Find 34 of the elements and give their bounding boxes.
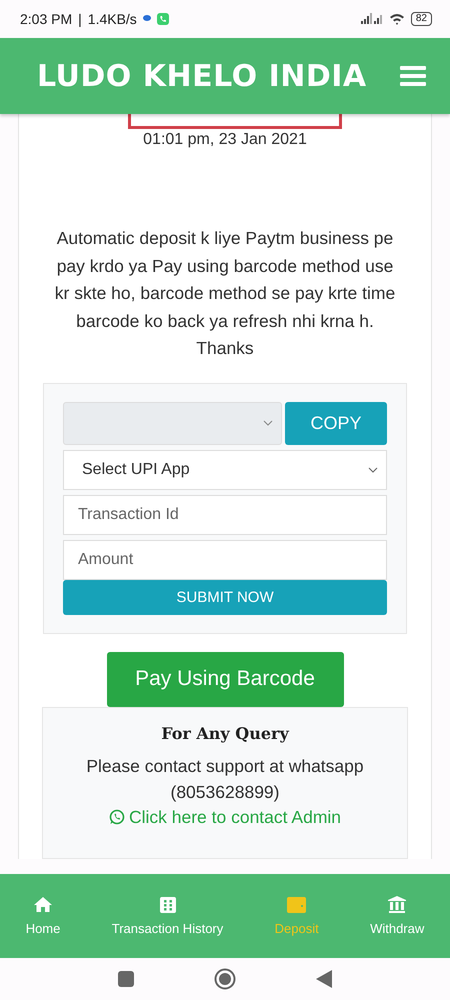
bank-icon [388, 896, 406, 914]
chevron-down-icon [263, 420, 273, 426]
nav-tab[interactable]: Withdraw [370, 896, 424, 936]
nav-tab[interactable]: Deposit [274, 896, 319, 936]
copy-button[interactable]: COPY [285, 402, 387, 445]
wifi-icon [388, 12, 405, 25]
chevron-down-icon [368, 466, 378, 473]
battery-indicator: 82 [410, 12, 432, 26]
home-icon [33, 896, 54, 914]
network-speed: 1.4KB/s [88, 10, 137, 27]
whatsapp-icon [108, 809, 125, 826]
transaction-id-field[interactable]: Transaction Id [63, 494, 387, 535]
status-separator: | [78, 10, 82, 27]
message-icon [142, 15, 151, 22]
recents-icon[interactable] [118, 971, 134, 988]
amount-field[interactable]: Amount [63, 540, 387, 580]
app-title: LUDO KHELO INDIA [37, 58, 367, 94]
contact-admin-link[interactable]: Click here to contact Admin [108, 806, 342, 828]
pay-barcode-button[interactable]: Pay Using Barcode [106, 652, 344, 707]
phone-icon [156, 12, 169, 25]
query-title: For Any Query [161, 724, 289, 743]
back-icon[interactable] [316, 970, 332, 988]
submit-button[interactable]: SUBMIT NOW [63, 580, 387, 615]
nav-tab[interactable]: Transaction History [112, 896, 224, 936]
signal-icon [360, 13, 383, 24]
nav-tab[interactable]: Home [26, 896, 60, 936]
home-button-icon[interactable] [214, 968, 236, 990]
grid-icon [160, 896, 176, 913]
order-date: 01:01 pm, 23 Jan 2021 [143, 131, 307, 150]
wallet-icon [287, 896, 306, 913]
support-text: Please contact support at whatsapp (8053628899) [85, 754, 365, 804]
status-time: 2:03 PM [20, 10, 72, 27]
upi-app-select[interactable]: Select UPI App [63, 450, 387, 490]
deposit-notice: Automatic deposit k liye Paytm business pe pay krdo ya Pay using barcode method use kr skte ho, barcode method se pay krte time barcode ko back ya refresh nhi krna h. Thanks [54, 227, 396, 360]
